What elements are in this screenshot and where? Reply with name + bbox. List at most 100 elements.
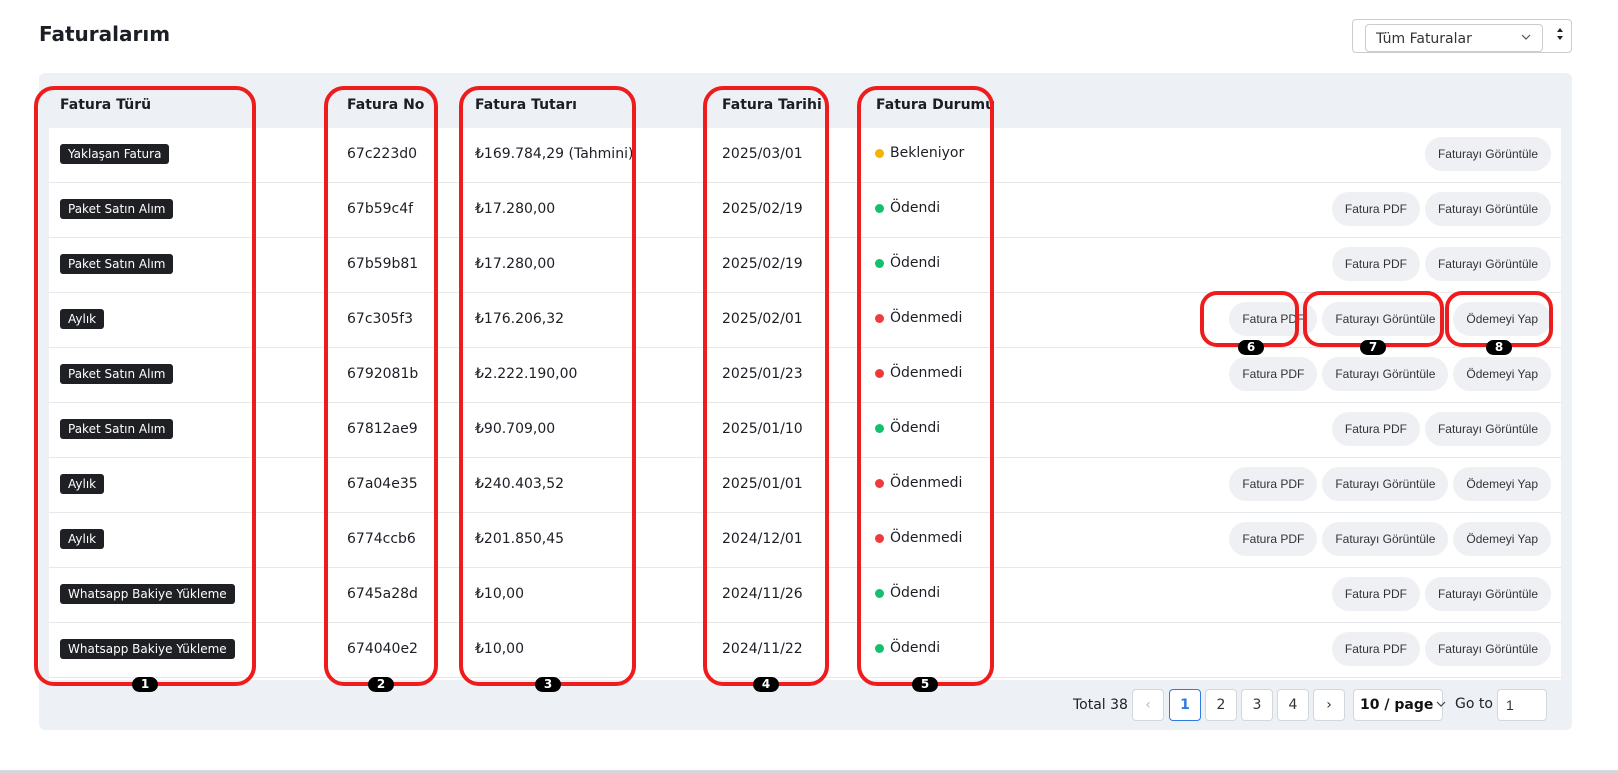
invoice-amount: ₺169.784,29 (Tahmini) <box>475 146 634 162</box>
view-invoice-button[interactable]: Faturayı Görüntüle <box>1322 522 1449 556</box>
invoice-no: 6745a28d <box>347 586 418 602</box>
invoice-type-tag: Aylık <box>60 529 105 549</box>
table-row: Aylık 6774ccb6 ₺201.850,45 2024/12/01 Ödenme… <box>49 513 1561 568</box>
invoice-date: 2025/02/19 <box>722 256 803 272</box>
invoice-status: Bekleniyor <box>875 145 964 161</box>
invoice-date: 2025/03/01 <box>722 146 803 162</box>
pdf-button[interactable]: Fatura PDF <box>1229 467 1318 501</box>
status-dot-icon <box>875 313 884 323</box>
invoice-amount: ₺17.280,00 <box>475 201 556 217</box>
header-amount: Fatura Tutarı <box>475 97 577 113</box>
view-invoice-button[interactable]: Faturayı Görüntüle <box>1424 577 1551 611</box>
table-row: Aylık 67a04e35 ₺240.403,52 2025/01/01 Ödenme… <box>49 458 1561 513</box>
pay-button[interactable]: Ödemeyi Yap <box>1453 357 1551 391</box>
invoice-filter[interactable]: Tüm Faturalar <box>1352 19 1572 53</box>
invoice-status-label: Ödendi <box>890 255 941 271</box>
view-invoice-button[interactable]: Faturayı Görüntüle <box>1322 302 1449 336</box>
pdf-button[interactable]: Fatura PDF <box>1331 577 1420 611</box>
invoice-date: 2025/01/01 <box>722 476 803 492</box>
view-invoice-button[interactable]: Faturayı Görüntüle <box>1424 632 1551 666</box>
invoice-date: 2025/02/19 <box>722 201 803 217</box>
sort-arrows-icon[interactable] <box>1553 26 1567 46</box>
row-actions: Fatura PDF Faturayı Görüntüle <box>1331 247 1551 281</box>
annotation-badge-5: 5 <box>912 677 938 692</box>
annotation-badge-1: 1 <box>132 677 158 692</box>
invoice-type-tag: Aylık <box>60 474 105 494</box>
invoice-amount: ₺201.850,45 <box>475 531 565 547</box>
invoice-no: 6774ccb6 <box>347 531 416 547</box>
chevron-down-icon <box>1520 31 1532 46</box>
invoice-date: 2024/11/22 <box>722 641 803 657</box>
invoice-status-label: Ödendi <box>890 585 941 601</box>
pdf-button[interactable]: Fatura PDF <box>1229 357 1318 391</box>
invoice-status-label: Ödenmedi <box>890 530 963 546</box>
pagination-next-button[interactable]: › <box>1313 689 1345 721</box>
pay-button[interactable]: Ödemeyi Yap <box>1453 302 1551 336</box>
invoice-amount: ₺90.709,00 <box>475 421 556 437</box>
header-no: Fatura No <box>347 97 425 113</box>
view-invoice-button[interactable]: Faturayı Görüntüle <box>1322 467 1449 501</box>
invoice-amount: ₺10,00 <box>475 641 524 657</box>
pagination-page-2[interactable]: 2 <box>1205 689 1237 721</box>
invoice-date: 2024/11/26 <box>722 586 803 602</box>
table-row: Aylık 67c305f3 ₺176.206,32 2025/02/01 Ödenme… <box>49 293 1561 348</box>
invoice-status: Ödenmedi <box>875 530 962 546</box>
invoice-no: 67c305f3 <box>347 311 414 327</box>
invoice-date: 2024/12/01 <box>722 531 803 547</box>
pagination-page-4[interactable]: 4 <box>1277 689 1309 721</box>
table-row: Whatsapp Bakiye Yükleme 6745a28d ₺10,00 202… <box>49 568 1561 623</box>
pagination-page-3[interactable]: 3 <box>1241 689 1273 721</box>
view-invoice-button[interactable]: Faturayı Görüntüle <box>1424 412 1551 446</box>
invoice-status-label: Ödenmedi <box>890 365 963 381</box>
goto-page-input[interactable] <box>1497 689 1547 721</box>
status-dot-icon <box>875 258 884 268</box>
invoice-amount: ₺17.280,00 <box>475 256 556 272</box>
pdf-button[interactable]: Fatura PDF <box>1331 632 1420 666</box>
pdf-button[interactable]: Fatura PDF <box>1229 302 1318 336</box>
pay-button[interactable]: Ödemeyi Yap <box>1453 522 1551 556</box>
view-invoice-button[interactable]: Faturayı Görüntüle <box>1424 137 1551 171</box>
invoice-no: 67c223d0 <box>347 146 418 162</box>
row-actions: Fatura PDF Faturayı Görüntüle <box>1331 577 1551 611</box>
invoice-no: 6792081b <box>347 366 419 382</box>
row-actions: Fatura PDF Faturayı Görüntüle <box>1331 192 1551 226</box>
table-row: Whatsapp Bakiye Yükleme 674040e2 ₺10,00 202… <box>49 623 1561 678</box>
page-size-value: 10 / page <box>1360 697 1434 713</box>
goto-label: Go to <box>1455 696 1493 712</box>
table-row: Paket Satın Alım 67812ae9 ₺90.709,00 2025/0… <box>49 403 1561 458</box>
annotation-badge-2: 2 <box>368 677 394 692</box>
invoice-type-tag: Paket Satın Alım <box>60 364 174 384</box>
status-dot-icon <box>875 203 884 213</box>
pdf-button[interactable]: Fatura PDF <box>1331 247 1420 281</box>
page-size-select[interactable]: 10 / page <box>1353 689 1446 721</box>
pagination-prev-button[interactable]: ‹ <box>1132 689 1164 721</box>
row-actions: Faturayı Görüntüle <box>1424 137 1551 171</box>
pdf-button[interactable]: Fatura PDF <box>1229 522 1318 556</box>
status-dot-icon <box>875 533 884 543</box>
view-invoice-button[interactable]: Faturayı Görüntüle <box>1424 192 1551 226</box>
row-actions: Fatura PDF Faturayı Görüntüle Ödemeyi Yap <box>1229 522 1551 556</box>
chevron-down-icon <box>1436 697 1446 713</box>
invoice-amount: ₺10,00 <box>475 586 524 602</box>
view-invoice-button[interactable]: Faturayı Görüntüle <box>1424 247 1551 281</box>
invoice-no: 67b59b81 <box>347 256 419 272</box>
invoice-no: 67812ae9 <box>347 421 418 437</box>
view-invoice-button[interactable]: Faturayı Görüntüle <box>1322 357 1449 391</box>
invoice-type-tag: Paket Satın Alım <box>60 254 174 274</box>
status-dot-icon <box>875 148 884 158</box>
invoice-filter-select[interactable]: Tüm Faturalar <box>1365 24 1543 52</box>
row-actions: Fatura PDF Faturayı Görüntüle <box>1331 632 1551 666</box>
invoice-status-label: Ödenmedi <box>890 310 963 326</box>
pdf-button[interactable]: Fatura PDF <box>1331 192 1420 226</box>
invoices-page: Faturalarım Tüm Faturalar Fatura Türü Fa… <box>0 0 1618 773</box>
page-title: Faturalarım <box>39 22 171 46</box>
invoice-amount: ₺240.403,52 <box>475 476 565 492</box>
pay-button[interactable]: Ödemeyi Yap <box>1453 467 1551 501</box>
invoice-type-tag: Paket Satın Alım <box>60 419 174 439</box>
pdf-button[interactable]: Fatura PDF <box>1331 412 1420 446</box>
pagination-page-1[interactable]: 1 <box>1169 689 1201 721</box>
status-dot-icon <box>875 588 884 598</box>
invoice-type-tag: Whatsapp Bakiye Yükleme <box>60 584 235 604</box>
table-row: Yaklaşan Fatura 67c223d0 ₺169.784,29 (Tahm… <box>49 128 1561 183</box>
invoice-status: Ödenmedi <box>875 365 962 381</box>
